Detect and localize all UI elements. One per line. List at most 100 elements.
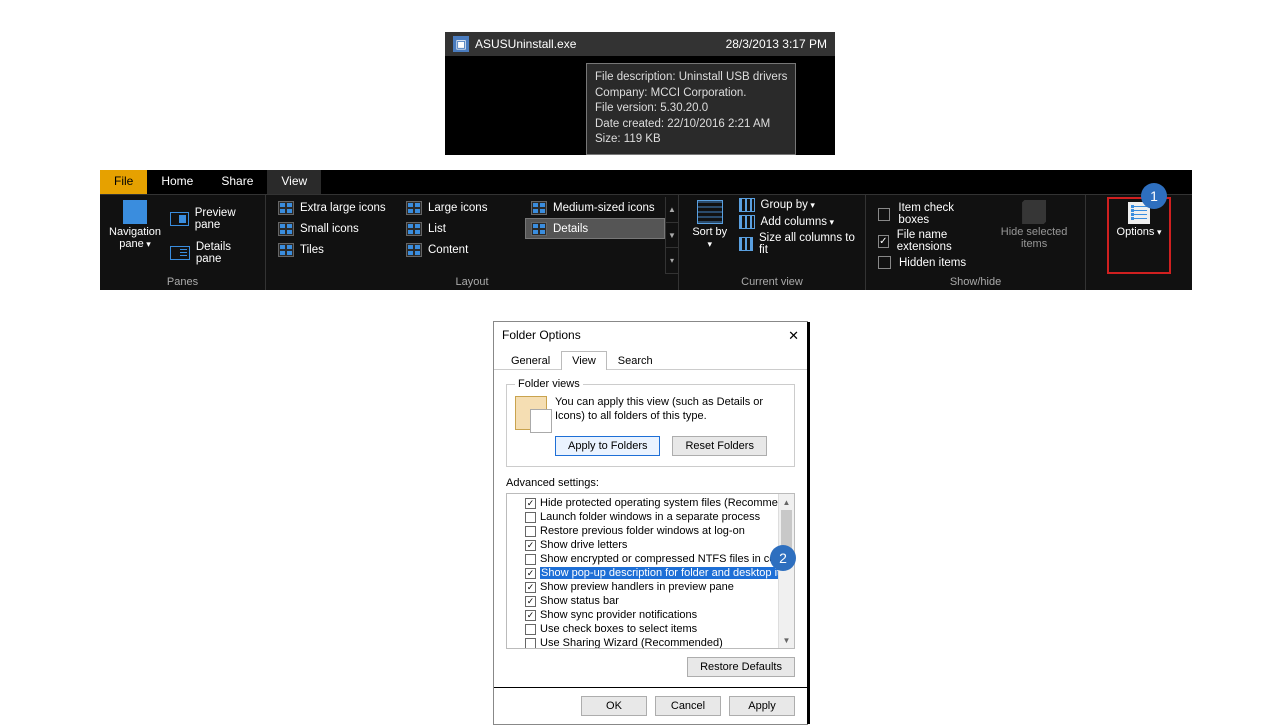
checkbox-icon — [878, 208, 890, 221]
hide-selected-icon — [1022, 200, 1046, 224]
group-label-layout: Layout — [272, 274, 672, 290]
scroll-down-icon[interactable]: ▼ — [779, 632, 794, 648]
add-columns-button[interactable]: Add columns — [739, 214, 855, 230]
layout-content[interactable]: Content — [400, 239, 525, 260]
tab-home[interactable]: Home — [147, 170, 207, 194]
dialog-title: Folder Options — [502, 328, 581, 344]
advanced-settings-tree[interactable]: ✓Hide protected operating system files (… — [506, 493, 795, 649]
hidden-items-toggle[interactable]: Hidden items — [878, 256, 983, 269]
layout-medium-icons[interactable]: Medium-sized icons — [525, 197, 665, 218]
checkbox-icon: ✓ — [525, 568, 536, 579]
dialog-tab-view[interactable]: View — [561, 351, 607, 370]
checkbox-icon — [878, 256, 891, 269]
exe-icon: ▣ — [453, 36, 469, 52]
layout-icon — [278, 222, 294, 236]
tree-checkbox-item[interactable]: Restore previous folder windows at log-o… — [507, 524, 794, 538]
layout-icon — [406, 222, 422, 236]
tree-checkbox-item[interactable]: ✓Show preview handlers in preview pane — [507, 580, 794, 594]
chevron-up-icon[interactable]: ▲ — [666, 197, 678, 223]
options-button[interactable]: Options — [1107, 197, 1172, 274]
item-check-boxes-toggle[interactable]: Item check boxes — [878, 202, 983, 226]
tree-checkbox-item[interactable]: ✓Show sync provider notifications — [507, 608, 794, 622]
layout-extra-large-icons[interactable]: Extra large icons — [272, 197, 400, 218]
tree-checkbox-item[interactable]: ✓Show status bar — [507, 594, 794, 608]
file-date: 28/3/2013 3:17 PM — [726, 37, 827, 51]
tree-checkbox-item[interactable]: ✓Show drive letters — [507, 538, 794, 552]
hide-selected-items-button: Hide selected items — [989, 197, 1079, 274]
layout-small-icons[interactable]: Small icons — [272, 218, 400, 239]
sort-by-button[interactable]: Sort by — [685, 197, 735, 274]
layout-tiles[interactable]: Tiles — [272, 239, 400, 260]
tree-checkbox-item[interactable]: ✓Hide protected operating system files (… — [507, 496, 794, 510]
callout-badge-2: 2 — [770, 545, 796, 571]
layout-icon — [531, 201, 547, 215]
group-icon — [739, 198, 755, 212]
checkbox-icon: ✓ — [525, 498, 536, 509]
layout-list[interactable]: List — [400, 218, 525, 239]
layout-spinner[interactable]: ▲ ▼ ▾ — [665, 197, 678, 274]
tree-checkbox-item[interactable]: Launch folder windows in a separate proc… — [507, 510, 794, 524]
layout-icon — [531, 222, 547, 236]
navigation-pane-button[interactable]: Navigation pane — [106, 197, 164, 274]
tree-checkbox-item[interactable]: Show encrypted or compressed NTFS files … — [507, 552, 794, 566]
file-tooltip: File description: Uninstall USB drivers … — [586, 63, 796, 155]
tab-file[interactable]: File — [100, 170, 147, 194]
group-by-button[interactable]: Group by — [739, 197, 855, 213]
checkbox-icon: ✓ — [878, 235, 889, 248]
checkbox-icon: ✓ — [525, 610, 536, 621]
ok-button[interactable]: OK — [581, 696, 647, 716]
dialog-tabs: General View Search — [494, 350, 807, 370]
scroll-thumb[interactable] — [781, 510, 792, 550]
layout-details[interactable]: Details — [525, 218, 665, 239]
size-columns-icon — [739, 237, 753, 251]
apply-button[interactable]: Apply — [729, 696, 795, 716]
dialog-titlebar: Folder Options ✕ — [494, 322, 807, 350]
layout-icon — [278, 201, 294, 215]
layout-icon — [406, 201, 422, 215]
checkbox-icon — [525, 526, 536, 537]
tab-share[interactable]: Share — [207, 170, 267, 194]
chevron-more-icon[interactable]: ▾ — [666, 248, 678, 274]
file-row-selected[interactable]: ▣ ASUSUninstall.exe 28/3/2013 3:17 PM — [445, 32, 835, 56]
tab-view[interactable]: View — [267, 170, 321, 194]
folder-views-group: Folder views You can apply this view (su… — [506, 378, 795, 467]
group-label-show-hide: Show/hide — [872, 274, 1079, 290]
cancel-button[interactable]: Cancel — [655, 696, 721, 716]
group-label-current-view: Current view — [685, 274, 859, 290]
ribbon-tabs: File Home Share View — [100, 170, 1192, 194]
checkbox-icon: ✓ — [525, 596, 536, 607]
tree-checkbox-item[interactable]: Use check boxes to select items — [507, 622, 794, 636]
advanced-settings-label: Advanced settings: — [506, 477, 795, 489]
layout-icon — [406, 243, 422, 257]
dialog-tab-search[interactable]: Search — [607, 351, 664, 370]
details-pane-button[interactable]: Details pane — [170, 241, 253, 265]
callout-badge-1: 1 — [1141, 183, 1167, 209]
tree-checkbox-item[interactable]: ✓Show pop-up description for folder and … — [507, 566, 794, 580]
dialog-tab-general[interactable]: General — [500, 351, 561, 370]
group-label-panes: Panes — [106, 274, 259, 290]
file-name-extensions-toggle[interactable]: ✓File name extensions — [878, 229, 983, 253]
file-tooltip-panel: ▣ ASUSUninstall.exe 28/3/2013 3:17 PM Fi… — [445, 32, 835, 155]
tree-checkbox-item[interactable]: Use Sharing Wizard (Recommended) — [507, 636, 794, 649]
size-columns-button[interactable]: Size all columns to fit — [739, 231, 855, 257]
scroll-up-icon[interactable]: ▲ — [779, 494, 794, 510]
scrollbar[interactable]: ▲ ▼ — [778, 494, 794, 648]
navigation-pane-icon — [123, 200, 147, 224]
preview-pane-icon — [170, 212, 189, 226]
preview-pane-button[interactable]: Preview pane — [170, 207, 253, 231]
checkbox-icon — [525, 554, 536, 565]
sort-icon — [697, 200, 723, 224]
checkbox-icon: ✓ — [525, 582, 536, 593]
apply-to-folders-button[interactable]: Apply to Folders — [555, 436, 660, 456]
chevron-down-icon[interactable]: ▼ — [666, 223, 678, 249]
restore-defaults-button[interactable]: Restore Defaults — [687, 657, 795, 677]
layout-icon — [278, 243, 294, 257]
file-name: ASUSUninstall.exe — [475, 37, 576, 51]
ribbon: File Home Share View Navigation pane Pre… — [100, 170, 1192, 290]
folder-views-icon — [515, 396, 547, 430]
layout-large-icons[interactable]: Large icons — [400, 197, 525, 218]
reset-folders-button[interactable]: Reset Folders — [672, 436, 766, 456]
close-button[interactable]: ✕ — [788, 328, 799, 344]
details-pane-icon — [170, 246, 190, 260]
add-columns-icon — [739, 215, 755, 229]
